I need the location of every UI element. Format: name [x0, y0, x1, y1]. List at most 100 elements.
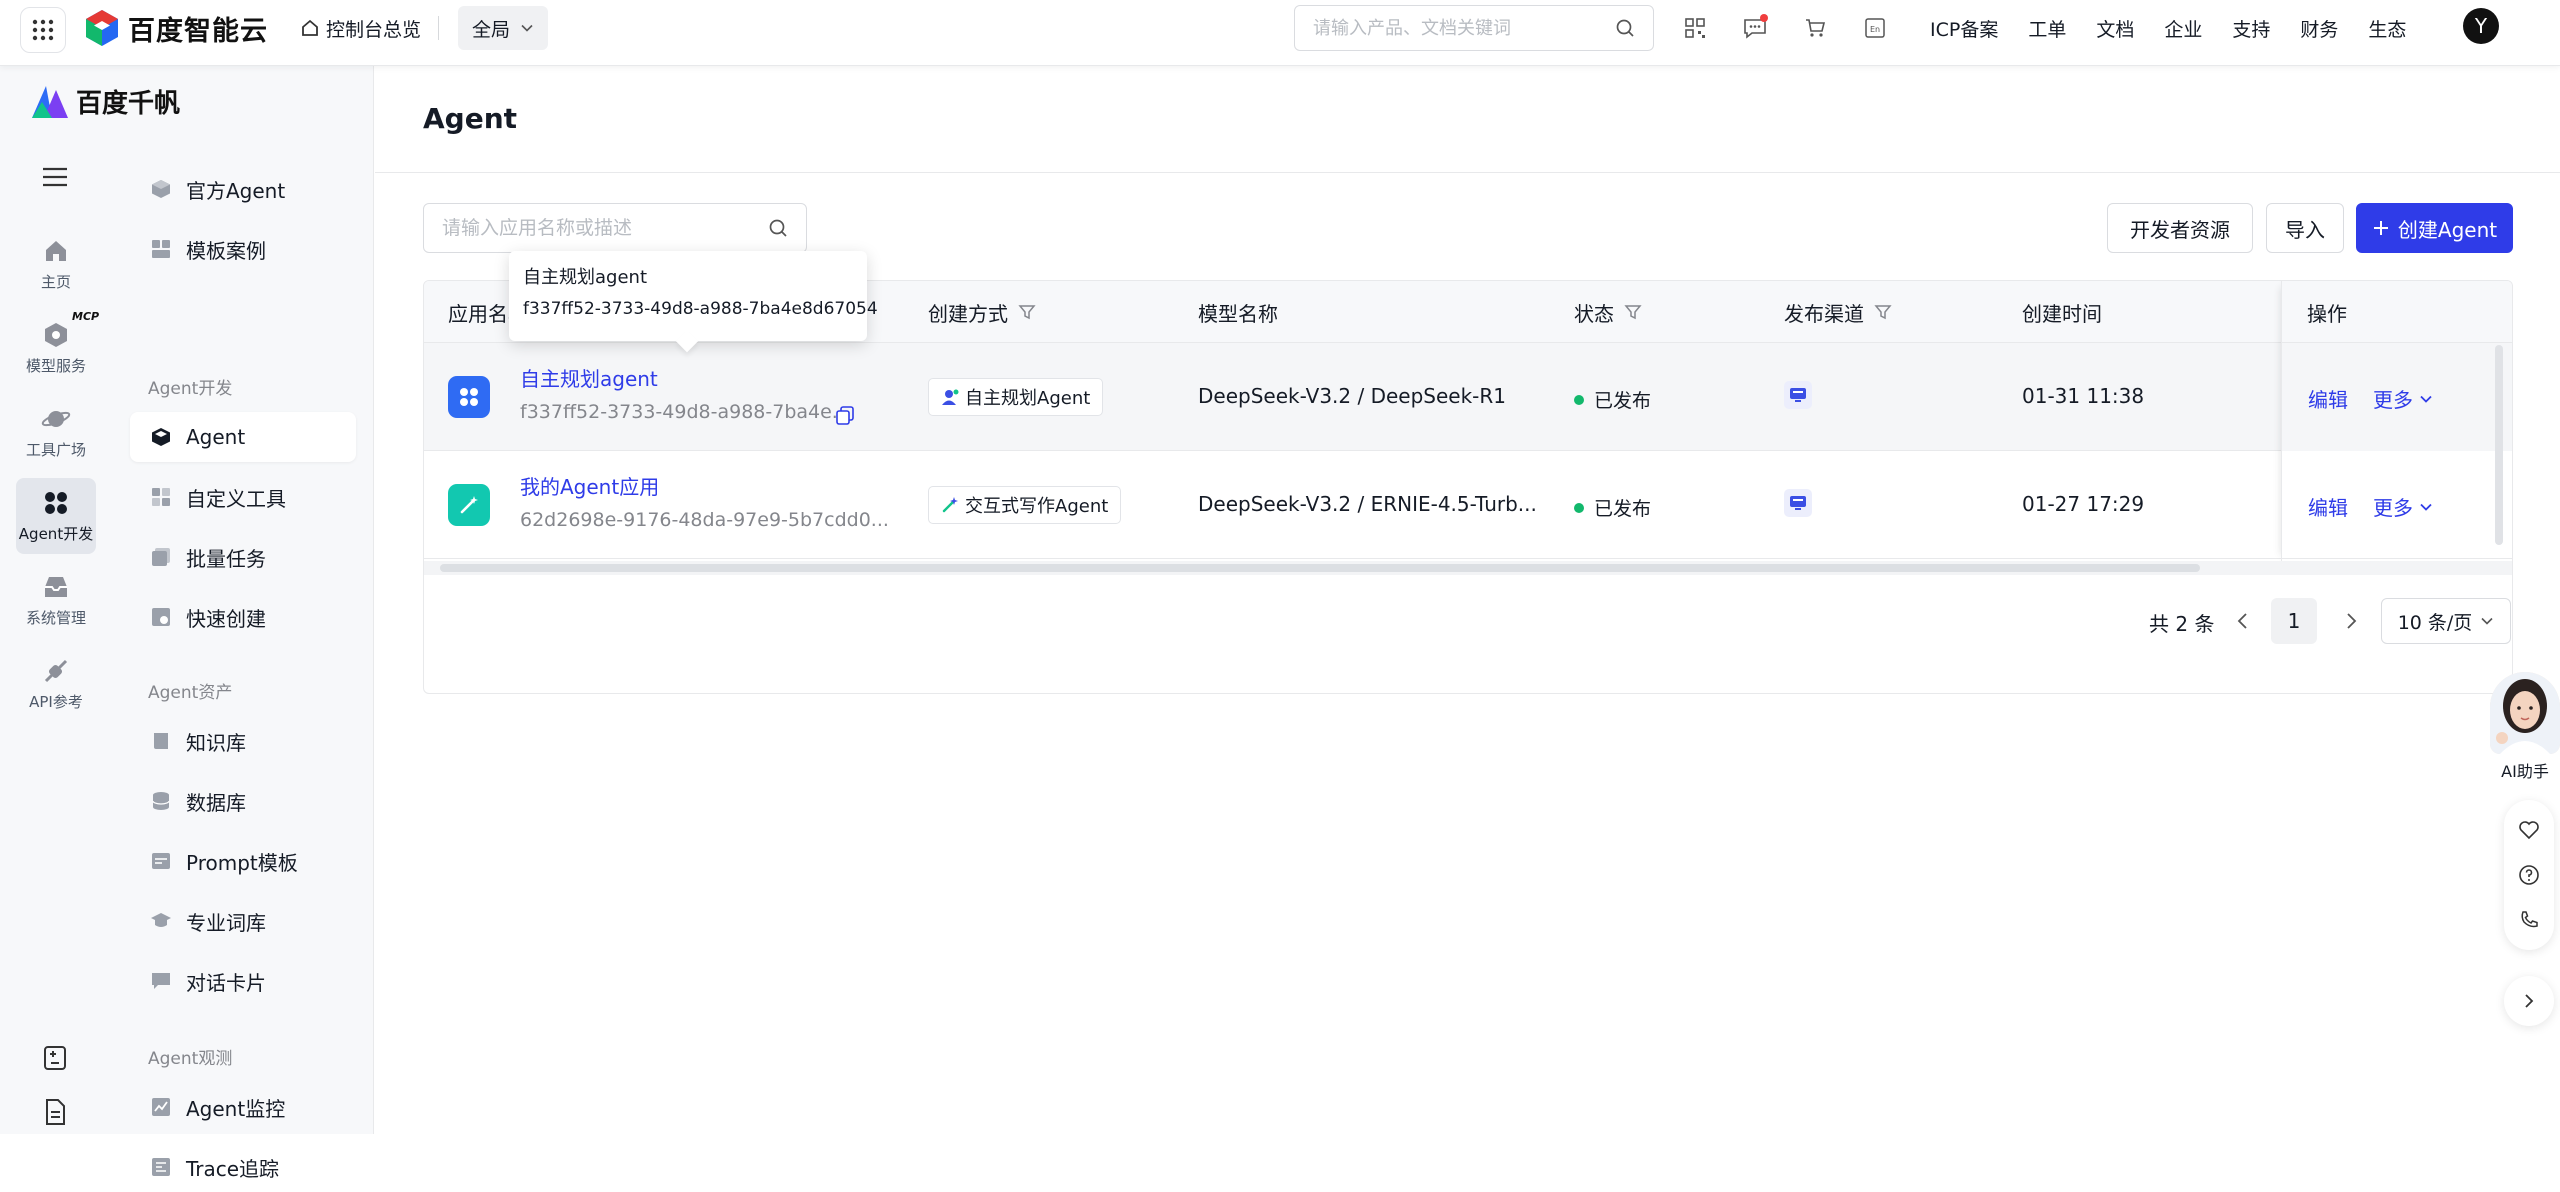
- app-id: f337ff52-3733-49d8-a988-7ba4e...: [520, 401, 850, 423]
- vertical-scrollbar[interactable]: [2492, 345, 2506, 561]
- notification-dot: [1760, 14, 1768, 22]
- page-number-current[interactable]: 1: [2271, 598, 2317, 644]
- filter-icon[interactable]: [1624, 303, 1642, 321]
- table-row[interactable]: 自主规划agent f337ff52-3733-49d8-a988-7ba4e.…: [424, 343, 2512, 451]
- nav-enterprise[interactable]: 企业: [2164, 15, 2202, 42]
- page-size-value: 10 条/页: [2397, 611, 2473, 634]
- filter-icon[interactable]: [1018, 303, 1036, 321]
- divider: [438, 16, 439, 40]
- baidu-cloud-logo[interactable]: 百度智能云: [84, 6, 268, 50]
- channel-icon[interactable]: [1784, 489, 1812, 517]
- nav-custom-tools[interactable]: 自定义工具: [130, 472, 356, 522]
- nav-prompt-templates[interactable]: Prompt模板: [130, 836, 356, 886]
- nav-knowledge-base[interactable]: 知识库: [130, 716, 356, 766]
- nav-template-cases[interactable]: 模板案例: [130, 224, 356, 274]
- agent-dev-icon: [45, 491, 67, 514]
- menu-icon[interactable]: [40, 162, 70, 192]
- nav-ecosystem[interactable]: 生态: [2368, 15, 2406, 42]
- plus-icon: [2373, 221, 2388, 235]
- rail-home[interactable]: 主页: [16, 226, 96, 302]
- writing-agent-icon: [942, 497, 958, 513]
- nav-trace[interactable]: Trace追踪: [130, 1142, 356, 1192]
- status-dot: [1574, 502, 1584, 513]
- edit-link[interactable]: 编辑: [2308, 384, 2348, 413]
- rail-api[interactable]: API参考: [16, 646, 96, 722]
- calculator-icon[interactable]: [40, 1043, 70, 1073]
- nav-agent-monitor[interactable]: Agent监控: [130, 1082, 356, 1132]
- nav-icp[interactable]: ICP备案: [1930, 15, 1998, 42]
- rail-tool-plaza[interactable]: 工具广场: [16, 394, 96, 470]
- scope-value: 全局: [471, 18, 510, 41]
- divider: [375, 172, 2560, 173]
- chevron-down-icon: [521, 24, 533, 32]
- chevron-right-icon[interactable]: [2339, 609, 2363, 633]
- ai-assistant[interactable]: AI助手: [2490, 672, 2560, 782]
- tooltip-id: f337ff52-3733-49d8-a988-7ba4e8d67054: [523, 299, 878, 319]
- app-search-input[interactable]: [442, 217, 742, 239]
- cube-icon: [152, 428, 170, 446]
- nav-dialog-cards[interactable]: 对话卡片: [130, 956, 356, 1006]
- nav-prompt-label: Prompt模板: [186, 850, 298, 875]
- nav-professional-lexicon[interactable]: 专业词库: [130, 896, 356, 946]
- nav-support[interactable]: 支持: [2232, 15, 2270, 42]
- qrcode-icon[interactable]: [1680, 13, 1710, 43]
- nav-knowledge-label: 知识库: [186, 730, 246, 755]
- global-search-input[interactable]: [1313, 17, 1593, 39]
- qianfan-logo[interactable]: 百度千帆: [30, 82, 180, 120]
- nav-database[interactable]: 数据库: [130, 776, 356, 826]
- cart-icon[interactable]: [1800, 13, 1830, 43]
- developer-resources-button[interactable]: 开发者资源: [2107, 203, 2253, 253]
- model-icon: [45, 322, 67, 347]
- phone-icon[interactable]: [2518, 909, 2540, 931]
- create-method-label: 交互式写作Agent: [965, 496, 1109, 517]
- nav-finance[interactable]: 财务: [2300, 15, 2338, 42]
- status-dot: [1574, 394, 1584, 405]
- filter-icon[interactable]: [1874, 303, 1892, 321]
- tool-icon: [152, 488, 170, 506]
- help-icon[interactable]: [2518, 864, 2540, 886]
- message-icon[interactable]: [1740, 13, 1770, 43]
- search-icon[interactable]: [1615, 18, 1635, 38]
- chevron-down-icon: [2420, 503, 2432, 511]
- horizontal-scrollbar[interactable]: [424, 561, 2512, 575]
- scope-select[interactable]: 全局: [458, 6, 548, 50]
- search-icon[interactable]: [768, 218, 788, 238]
- create-agent-button[interactable]: 创建Agent: [2356, 203, 2513, 253]
- more-label: 更多: [2373, 496, 2413, 520]
- more-menu[interactable]: 更多: [2373, 492, 2433, 521]
- copy-icon[interactable]: [834, 404, 856, 426]
- page-title: Agent: [423, 102, 518, 135]
- database-icon: [152, 792, 170, 810]
- ai-avatar: [2490, 672, 2560, 754]
- edit-link[interactable]: 编辑: [2308, 492, 2348, 521]
- chart-icon: [152, 1098, 170, 1116]
- nav-docs[interactable]: 文档: [2096, 15, 2134, 42]
- channel-icon[interactable]: [1784, 381, 1812, 409]
- app-search[interactable]: [423, 203, 807, 253]
- table-row[interactable]: 我的Agent应用 62d2698e-9176-48da-97e9-5b7cdd…: [424, 451, 2512, 559]
- more-menu[interactable]: 更多: [2373, 384, 2433, 413]
- nav-agent[interactable]: Agent: [130, 412, 356, 462]
- rail-agent-dev[interactable]: Agent开发: [16, 478, 96, 554]
- created-time: 01-27 17:29: [2022, 492, 2145, 516]
- document-icon[interactable]: [40, 1097, 70, 1127]
- nav-ticket[interactable]: 工单: [2028, 15, 2066, 42]
- page-size-select[interactable]: 10 条/页: [2381, 598, 2511, 644]
- nav-quick-create[interactable]: 快速创建: [130, 592, 356, 642]
- language-icon[interactable]: En: [1860, 13, 1890, 43]
- global-search[interactable]: [1294, 5, 1654, 51]
- chevron-left-icon[interactable]: [2231, 609, 2255, 633]
- import-button[interactable]: 导入: [2266, 203, 2344, 253]
- app-name-link[interactable]: 我的Agent应用: [520, 471, 659, 500]
- app-grid-button[interactable]: [20, 7, 66, 53]
- heart-icon[interactable]: [2518, 819, 2540, 841]
- nav-official-agent[interactable]: 官方Agent: [130, 164, 356, 214]
- app-name-link[interactable]: 自主规划agent: [520, 363, 658, 392]
- group-title-agent-observe: Agent观测: [148, 1049, 233, 1069]
- console-home-link[interactable]: 控制台总览: [300, 14, 421, 42]
- avatar[interactable]: Y: [2463, 8, 2499, 44]
- rail-system[interactable]: 系统管理: [16, 562, 96, 638]
- nav-batch-tasks[interactable]: 批量任务: [130, 532, 356, 582]
- floating-expand-button[interactable]: [2504, 976, 2554, 1026]
- chevron-down-icon: [2420, 395, 2432, 403]
